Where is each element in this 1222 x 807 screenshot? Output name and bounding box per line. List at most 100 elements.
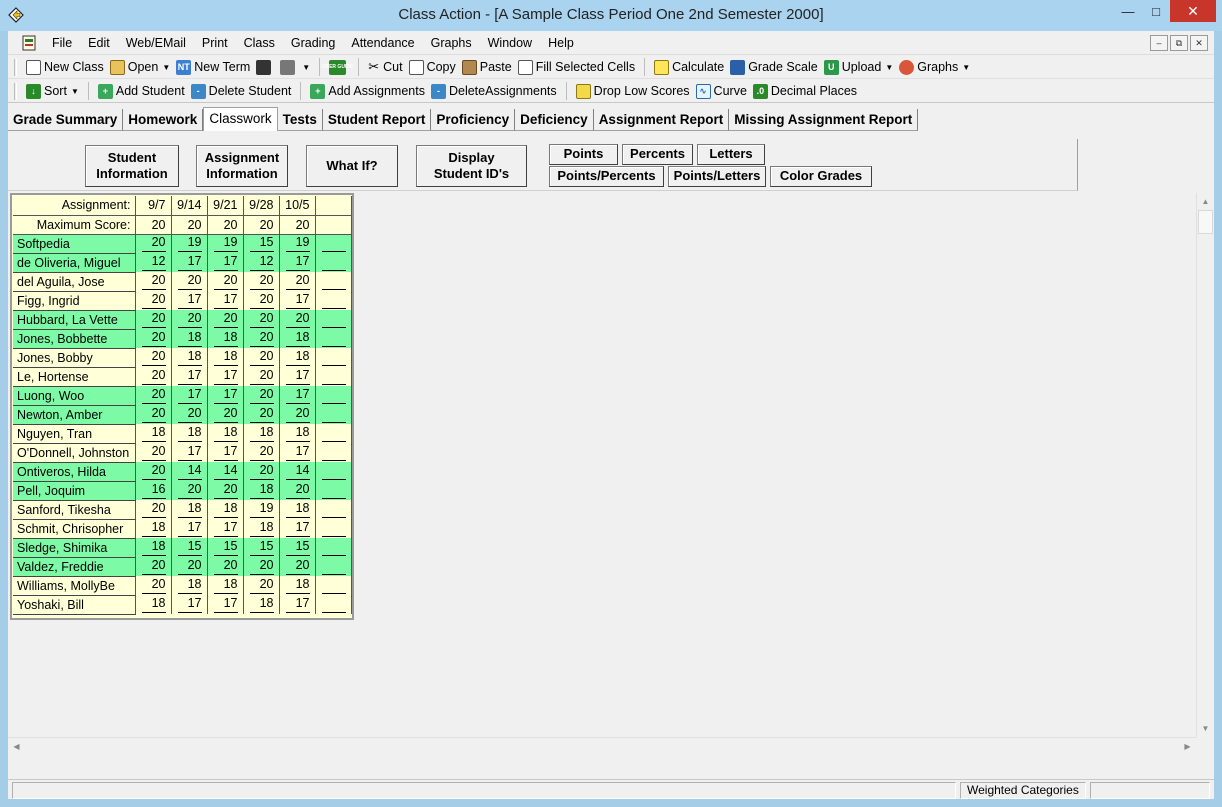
close-button[interactable]: ✕ (1170, 0, 1216, 22)
score-cell[interactable]: 15 (243, 234, 280, 253)
score-cell[interactable]: 20 (135, 557, 172, 576)
tab-student-report[interactable]: Student Report (322, 109, 432, 131)
dropdown-arrow-icon[interactable]: ▼ (302, 63, 310, 72)
student-name-cell[interactable]: Nguyen, Tran (13, 424, 136, 444)
menu-attendance[interactable]: Attendance (343, 31, 422, 55)
score-cell[interactable]: 20 (207, 481, 244, 500)
paste-button[interactable]: Paste (459, 57, 515, 78)
user-guide-button[interactable]: USER GUIDE (322, 57, 353, 78)
score-cell[interactable]: 17 (279, 367, 316, 386)
score-cell[interactable] (315, 576, 352, 595)
tab-tests[interactable]: Tests (277, 109, 323, 131)
score-cell[interactable]: 18 (171, 329, 208, 348)
student-name-cell[interactable]: Softpedia (13, 234, 136, 254)
max-score-cell[interactable] (315, 215, 352, 235)
add-assignments-button[interactable]: + Add Assignments (307, 81, 428, 102)
menu-file[interactable]: File (44, 31, 80, 55)
score-cell[interactable] (315, 234, 352, 253)
copy-button[interactable]: Copy (406, 57, 459, 78)
upload-button[interactable]: U Upload ▼ (821, 57, 897, 78)
score-cell[interactable]: 20 (243, 462, 280, 481)
dropdown-arrow-icon[interactable]: ▼ (162, 63, 170, 72)
score-cell[interactable]: 20 (243, 291, 280, 310)
student-row[interactable]: Pell, Joquim 16 20 20 18 20 (13, 481, 352, 501)
student-row[interactable]: Yoshaki, Bill 18 17 17 18 17 (13, 595, 352, 615)
score-cell[interactable]: 20 (135, 310, 172, 329)
toolbar-grip[interactable] (14, 58, 17, 76)
tab-grade-summary[interactable]: Grade Summary (8, 109, 124, 131)
score-cell[interactable]: 17 (171, 519, 208, 538)
score-cell[interactable]: 17 (279, 253, 316, 272)
letters-button[interactable]: Letters (697, 144, 765, 165)
score-cell[interactable]: 18 (279, 424, 316, 443)
score-cell[interactable] (315, 329, 352, 348)
score-cell[interactable]: 18 (243, 595, 280, 614)
score-cell[interactable] (315, 310, 352, 329)
student-row[interactable]: Williams, MollyBe 20 18 18 20 18 (13, 576, 352, 596)
score-cell[interactable]: 20 (243, 348, 280, 367)
dropdown-arrow-icon[interactable]: ▼ (885, 63, 893, 72)
score-cell[interactable]: 20 (135, 443, 172, 462)
score-cell[interactable]: 17 (279, 386, 316, 405)
horizontal-scrollbar[interactable]: ◀ ▶ (8, 737, 1196, 754)
print-button[interactable]: ▼ (277, 57, 313, 78)
score-cell[interactable]: 17 (171, 291, 208, 310)
score-cell[interactable]: 17 (171, 367, 208, 386)
score-cell[interactable]: 20 (207, 272, 244, 291)
student-name-cell[interactable]: Schmit, Chrisopher (13, 519, 136, 539)
add-student-button[interactable]: + Add Student (95, 81, 188, 102)
student-row[interactable]: Valdez, Freddie 20 20 20 20 20 (13, 557, 352, 577)
student-name-cell[interactable]: Newton, Amber (13, 405, 136, 425)
score-cell[interactable]: 19 (243, 500, 280, 519)
score-cell[interactable]: 15 (207, 538, 244, 557)
score-cell[interactable]: 15 (171, 538, 208, 557)
score-cell[interactable]: 20 (135, 348, 172, 367)
score-cell[interactable]: 17 (171, 253, 208, 272)
score-cell[interactable]: 20 (243, 329, 280, 348)
student-row[interactable]: Newton, Amber 20 20 20 20 20 (13, 405, 352, 425)
score-cell[interactable]: 18 (243, 519, 280, 538)
menu-edit[interactable]: Edit (80, 31, 118, 55)
score-cell[interactable]: 20 (279, 405, 316, 424)
student-name-cell[interactable]: Sanford, Tikesha (13, 500, 136, 520)
score-cell[interactable]: 12 (135, 253, 172, 272)
scroll-thumb[interactable] (1198, 210, 1213, 234)
score-cell[interactable]: 17 (279, 443, 316, 462)
student-row[interactable]: Le, Hortense 20 17 17 20 17 (13, 367, 352, 387)
score-cell[interactable] (315, 519, 352, 538)
score-cell[interactable]: 17 (207, 253, 244, 272)
max-score-cell[interactable]: 20 (135, 215, 172, 235)
score-cell[interactable]: 18 (207, 576, 244, 595)
max-score-cell[interactable]: 20 (243, 215, 280, 235)
percents-button[interactable]: Percents (622, 144, 693, 165)
score-cell[interactable]: 20 (171, 557, 208, 576)
open-button[interactable]: Open ▼ (107, 57, 174, 78)
student-row[interactable]: Schmit, Chrisopher 18 17 17 18 17 (13, 519, 352, 539)
score-cell[interactable]: 20 (279, 272, 316, 291)
score-cell[interactable] (315, 481, 352, 500)
score-cell[interactable]: 18 (243, 424, 280, 443)
student-row[interactable]: Softpedia 20 19 19 15 19 (13, 234, 352, 254)
grade-scale-button[interactable]: Grade Scale (727, 57, 820, 78)
score-cell[interactable]: 20 (135, 576, 172, 595)
menu-grading[interactable]: Grading (283, 31, 343, 55)
tab-missing-assignment-report[interactable]: Missing Assignment Report (729, 109, 919, 131)
menu-window[interactable]: Window (480, 31, 540, 55)
score-cell[interactable]: 19 (207, 234, 244, 253)
score-cell[interactable]: 20 (135, 405, 172, 424)
student-information-button[interactable]: Student Information (85, 145, 179, 187)
drop-low-scores-button[interactable]: Drop Low Scores (573, 81, 693, 102)
score-cell[interactable]: 18 (135, 595, 172, 614)
score-cell[interactable]: 18 (279, 329, 316, 348)
new-class-button[interactable]: New Class (23, 57, 107, 78)
score-cell[interactable] (315, 405, 352, 424)
maximize-button[interactable]: □ (1142, 0, 1170, 22)
student-row[interactable]: Hubbard, La Vette 20 20 20 20 20 (13, 310, 352, 330)
score-cell[interactable]: 20 (171, 481, 208, 500)
points-letters-button[interactable]: Points/Letters (668, 166, 766, 187)
score-cell[interactable]: 18 (135, 424, 172, 443)
score-cell[interactable]: 20 (135, 234, 172, 253)
score-cell[interactable]: 20 (207, 405, 244, 424)
score-cell[interactable]: 17 (279, 519, 316, 538)
student-name-cell[interactable]: Yoshaki, Bill (13, 595, 136, 615)
